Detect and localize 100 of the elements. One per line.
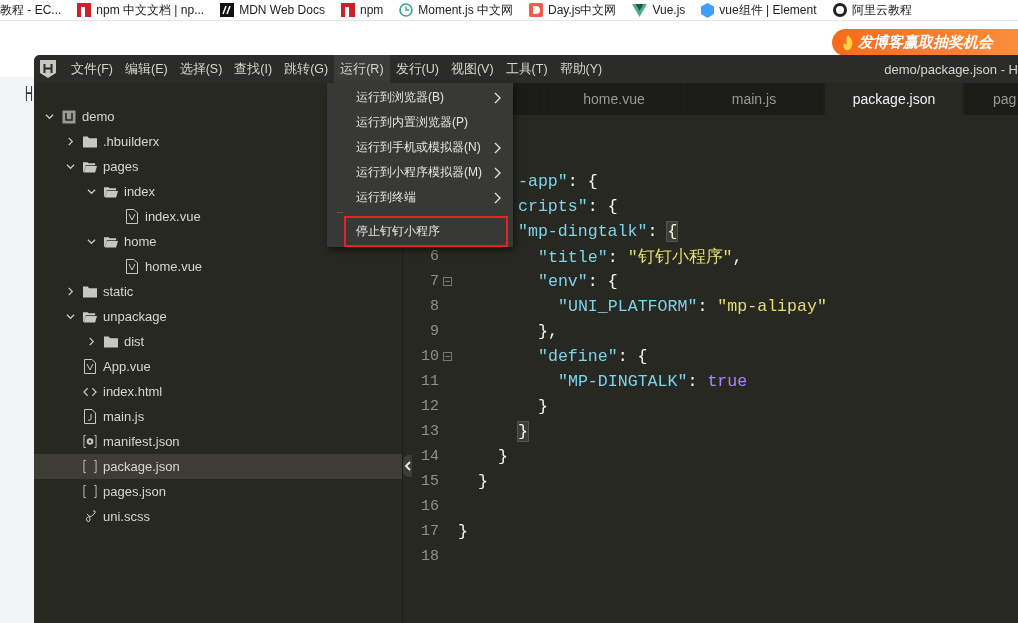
open-folder-icon — [104, 235, 118, 248]
brackets-icon — [83, 459, 97, 474]
line-number: 6 — [429, 248, 439, 265]
bookmark-link[interactable]: MDN Web Docs — [220, 2, 325, 18]
bookmark-link[interactable]: Day.js中文网 — [529, 2, 617, 18]
code-line: } — [478, 472, 488, 491]
code-line: "define": { — [538, 347, 648, 366]
tree-item[interactable]: dist — [34, 329, 402, 354]
scss-icon — [83, 509, 97, 524]
code-line: "env": { — [538, 272, 618, 291]
chevron-right-icon — [494, 166, 501, 179]
tree-item[interactable]: App.vue — [34, 354, 402, 379]
menu-item[interactable]: 编辑(E) — [118, 55, 174, 83]
menu-option[interactable]: 运行到终端 — [327, 185, 513, 210]
square-icon — [220, 3, 235, 17]
clock-icon — [399, 3, 414, 17]
menu-item[interactable]: 跳转(G) — [278, 55, 335, 83]
tree-item[interactable]: static — [34, 279, 402, 304]
menu-option[interactable]: 运行到浏览器(B) — [327, 85, 513, 110]
chevron-right-icon — [494, 91, 501, 104]
chevron-left-icon[interactable] — [404, 461, 411, 471]
line-number: 18 — [420, 548, 439, 565]
tree-item[interactable]: main.js — [34, 404, 402, 429]
code-line: cripts": { — [518, 197, 618, 216]
line-number: 13 — [420, 423, 439, 440]
project-icon — [62, 109, 76, 124]
menu-item[interactable]: 选择(S) — [173, 55, 229, 83]
code-line: } — [538, 397, 548, 416]
brackets-icon — [83, 484, 97, 499]
line-number: 11 — [420, 373, 439, 390]
window-title: demo/package.json - H — [884, 61, 1018, 77]
chevron-right-icon[interactable] — [65, 137, 75, 146]
bookmark-link[interactable]: vue组件 | Element — [701, 2, 817, 18]
menu-option[interactable]: 停止钉钉小程序 — [344, 216, 508, 247]
menu-item[interactable]: 发行(U) — [389, 55, 445, 83]
tree-item[interactable]: pages.json — [34, 479, 402, 504]
tree-item[interactable]: uni.scss — [34, 504, 402, 529]
flame-icon — [842, 34, 854, 51]
open-folder-icon — [104, 185, 118, 198]
menu-item[interactable]: 查找(I) — [228, 55, 279, 83]
chevron-right-icon[interactable] — [65, 287, 75, 296]
open-folder-icon — [83, 310, 97, 323]
folder-icon — [104, 335, 118, 348]
tree-item[interactable]: package.json — [34, 454, 402, 479]
file-j-icon — [84, 409, 96, 424]
collapse-handle[interactable] — [403, 455, 412, 477]
line-number: 17 — [420, 523, 439, 540]
fold-icon[interactable] — [442, 277, 452, 286]
menu-item[interactable]: 视图(V) — [444, 55, 500, 83]
line-number: 9 — [429, 323, 439, 340]
menu-item[interactable]: 帮助(Y) — [553, 55, 609, 83]
square-icon — [340, 3, 355, 17]
open-folder-icon — [83, 160, 97, 173]
chevron-right-icon — [494, 191, 501, 204]
fold-icon[interactable] — [442, 352, 452, 361]
file-v-icon — [126, 209, 138, 224]
chevron-down-icon[interactable] — [44, 112, 54, 121]
line-number: 12 — [420, 398, 439, 415]
line-number: 15 — [420, 473, 439, 490]
tree-item[interactable]: index.html — [34, 379, 402, 404]
file-v-icon — [84, 359, 96, 374]
menu-option[interactable]: 运行到小程序模拟器(M) — [327, 160, 513, 185]
bookmark-link[interactable]: 教程 - EC... — [0, 2, 62, 18]
folder-icon — [83, 135, 97, 148]
line-number: 14 — [420, 448, 439, 465]
line-number: 16 — [420, 498, 439, 515]
chevron-down-icon[interactable] — [65, 162, 75, 171]
bookmark-link[interactable]: npm — [340, 2, 384, 18]
code-brackets-icon — [83, 386, 97, 397]
line-number: 7 — [429, 273, 439, 290]
code-line: } — [458, 522, 468, 541]
bookmark-link[interactable]: 阿里云教程 — [832, 2, 912, 18]
menu-option[interactable]: 运行到手机或模拟器(N) — [327, 135, 513, 160]
file-tab[interactable]: package.json — [825, 83, 963, 115]
code-line: } — [498, 447, 508, 466]
code-line: "title": "钉钉小程序", — [538, 246, 743, 268]
chevron-down-icon[interactable] — [65, 312, 75, 321]
tree-item[interactable]: home.vue — [34, 254, 402, 279]
chevron-down-icon[interactable] — [86, 187, 96, 196]
chevron-down-icon[interactable] — [86, 237, 96, 246]
triangle-icon — [632, 3, 648, 17]
app-logo-icon — [40, 60, 56, 78]
menu-option[interactable]: 运行到内置浏览器(P) — [327, 110, 513, 135]
tree-item[interactable]: unpackage — [34, 304, 402, 329]
tile-icon — [529, 3, 543, 17]
gear-file-icon — [83, 434, 97, 449]
tree-item[interactable]: manifest.json — [34, 429, 402, 454]
bookmark-link[interactable]: Moment.js 中文网 — [399, 2, 513, 18]
chevron-right-icon — [494, 141, 501, 154]
bookmark-link[interactable]: npm 中文文档 | np... — [77, 2, 205, 18]
folder-icon — [83, 285, 97, 298]
menu-item[interactable]: 运行(R) — [334, 55, 390, 83]
square-icon — [77, 3, 92, 17]
line-number: 8 — [429, 298, 439, 315]
chevron-right-icon[interactable] — [86, 337, 96, 346]
code-line: "mp-dingtalk": { — [518, 222, 678, 241]
menu-item[interactable]: 工具(T) — [499, 55, 554, 83]
code-line: -app": { — [518, 172, 598, 191]
bookmark-link[interactable]: Vue.js — [632, 2, 686, 18]
menu-item[interactable]: 文件(F) — [65, 55, 119, 83]
